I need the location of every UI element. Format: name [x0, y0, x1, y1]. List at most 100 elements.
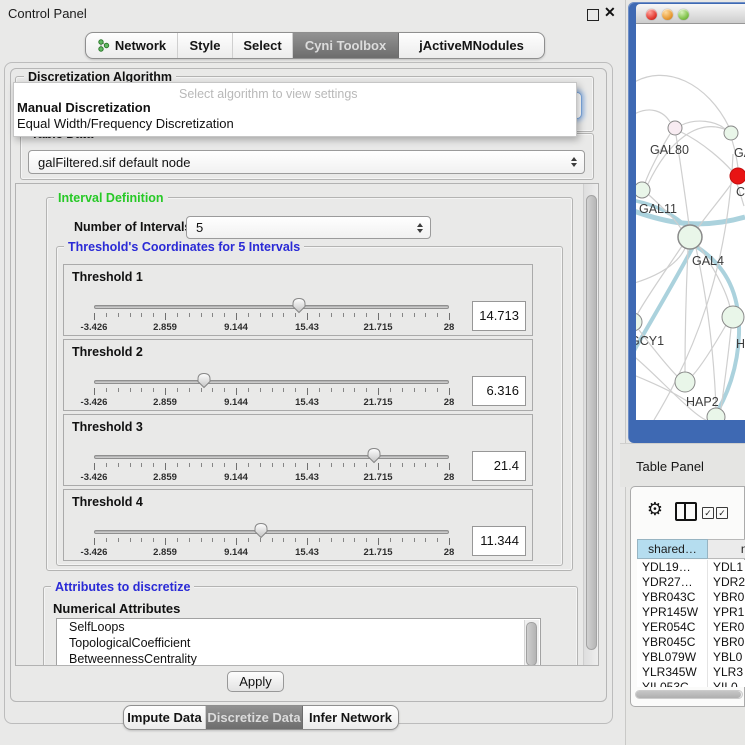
- gear-icon[interactable]: [645, 499, 665, 519]
- network-node-C[interactable]: [730, 168, 745, 184]
- table-data-select[interactable]: galFiltered.sif default node: [28, 150, 585, 174]
- table-row[interactable]: YDR27…YDR2: [637, 575, 745, 590]
- cell-name[interactable]: YDL1: [708, 560, 743, 575]
- tick-mark: [343, 538, 344, 542]
- apply-button[interactable]: Apply: [227, 671, 284, 692]
- tick-mark: [425, 313, 426, 317]
- cell-shared-name[interactable]: YLR345W: [637, 665, 708, 680]
- table-row[interactable]: YIL053CYIL0: [637, 680, 745, 687]
- split-columns-icon[interactable]: [675, 502, 697, 521]
- table-horizontal-scrollbar: [635, 690, 743, 699]
- network-node-GAL4[interactable]: [678, 225, 702, 249]
- threshold-1-slider-handle[interactable]: [290, 296, 308, 314]
- cell-name[interactable]: YLR3: [708, 665, 743, 680]
- table-row[interactable]: YER054CYER0: [637, 620, 745, 635]
- cell-shared-name[interactable]: YDL19…: [637, 560, 708, 575]
- network-canvas[interactable]: GAL80GACGAL11GAL4GCY1HHAP2: [636, 24, 745, 420]
- control-panel-tabstrip: Network Style Select Cyni Toolbox jActiv…: [85, 32, 545, 59]
- threshold-2-row: Threshold 2 -3.4262.8599.14415.4321.7152…: [63, 339, 533, 411]
- cell-shared-name[interactable]: YBR045C: [637, 635, 708, 650]
- tick-mark: [141, 538, 142, 542]
- network-node-HAP2[interactable]: [675, 372, 695, 392]
- checkbox-icon[interactable]: [702, 507, 714, 519]
- attributes-list-scrollbar-thumb[interactable]: [526, 622, 537, 666]
- algorithm-option-equal-width[interactable]: Equal Width/Frequency Discretization: [17, 116, 234, 131]
- zoom-traffic-light-icon[interactable]: [678, 9, 689, 20]
- table-row[interactable]: YLR345WYLR3: [637, 665, 745, 680]
- cell-name[interactable]: YPR1: [708, 605, 744, 620]
- table-horizontal-scrollbar-thumb[interactable]: [636, 691, 741, 698]
- threshold-3-slider-handle[interactable]: [365, 446, 383, 464]
- network-node-GCY1[interactable]: [636, 313, 642, 331]
- attribute-item[interactable]: SelfLoops: [57, 619, 540, 635]
- threshold-2-slider-handle[interactable]: [195, 371, 213, 389]
- tab-network[interactable]: Network: [86, 33, 178, 58]
- tick-mark: [378, 388, 379, 395]
- tab-infer-network[interactable]: Infer Network: [303, 706, 398, 729]
- combo-stepper-icon: [417, 223, 423, 233]
- table-row[interactable]: YBL079WYBL0: [637, 650, 745, 665]
- attribute-item[interactable]: BetweennessCentrality: [57, 651, 540, 666]
- tick-mark: [449, 313, 450, 320]
- minimize-traffic-light-icon[interactable]: [662, 9, 673, 20]
- number-of-intervals-select[interactable]: 5: [186, 216, 431, 239]
- algorithm-option-manual[interactable]: Manual Discretization: [17, 100, 151, 115]
- float-window-icon[interactable]: [587, 9, 599, 21]
- tab-style[interactable]: Style: [178, 33, 233, 58]
- tick-mark: [331, 388, 332, 392]
- tick-mark: [366, 538, 367, 542]
- tick-label: 15.43: [282, 547, 332, 558]
- network-node-GA[interactable]: [724, 126, 738, 140]
- cell-name[interactable]: YIL0: [708, 680, 738, 687]
- threshold-3-value-field[interactable]: 21.4: [472, 451, 526, 481]
- cell-name[interactable]: YDR2: [708, 575, 745, 590]
- network-node-GAL11[interactable]: [636, 182, 650, 198]
- tick-mark: [212, 463, 213, 467]
- column-header-name[interactable]: na: [708, 539, 745, 559]
- network-node-H[interactable]: [722, 306, 744, 328]
- tab-impute-data[interactable]: Impute Data: [124, 706, 206, 729]
- cell-shared-name[interactable]: YBL079W: [637, 650, 708, 665]
- settings-vertical-scrollbar-thumb[interactable]: [586, 195, 597, 650]
- close-icon[interactable]: ✕: [604, 4, 616, 21]
- threshold-3-slider-track[interactable]: [94, 455, 449, 459]
- tick-label: 9.144: [211, 547, 261, 558]
- threshold-1-value-field[interactable]: 14.713: [472, 301, 526, 331]
- tick-mark: [307, 388, 308, 395]
- tick-mark: [165, 313, 166, 320]
- cell-shared-name[interactable]: YDR27…: [637, 575, 708, 590]
- table-row[interactable]: YDL19…YDL1: [637, 560, 745, 575]
- column-header-shared-name[interactable]: shared…: [637, 539, 708, 559]
- node-table-body: YDL19…YDL1YDR27…YDR2YBR043CYBR0YPR145WYP…: [637, 560, 745, 687]
- checkbox-icon[interactable]: [716, 507, 728, 519]
- tab-jactivemnodules[interactable]: jActiveMNodules: [399, 33, 544, 58]
- threshold-2-value-field[interactable]: 6.316: [472, 376, 526, 406]
- threshold-1-slider-track[interactable]: [94, 305, 449, 309]
- threshold-2-slider-track[interactable]: [94, 380, 449, 384]
- threshold-4-value-field[interactable]: 11.344: [472, 526, 526, 556]
- cell-shared-name[interactable]: YIL053C: [637, 680, 708, 687]
- close-traffic-light-icon[interactable]: [646, 9, 657, 20]
- cell-shared-name[interactable]: YPR145W: [637, 605, 708, 620]
- threshold-4-slider-handle[interactable]: [252, 521, 270, 539]
- network-node-GAL80[interactable]: [668, 121, 682, 135]
- tab-network-label: Network: [115, 38, 166, 53]
- tab-discretize-data[interactable]: Discretize Data: [206, 706, 303, 729]
- network-node[interactable]: [707, 408, 725, 420]
- cell-name[interactable]: YER0: [708, 620, 744, 635]
- threshold-4-slider-track[interactable]: [94, 530, 449, 534]
- cell-shared-name[interactable]: YBR043C: [637, 590, 708, 605]
- cell-name[interactable]: YBR0: [708, 635, 744, 650]
- cell-shared-name[interactable]: YER054C: [637, 620, 708, 635]
- table-row[interactable]: YBR045CYBR0: [637, 635, 745, 650]
- tick-mark: [425, 388, 426, 392]
- table-row[interactable]: YBR043CYBR0: [637, 590, 745, 605]
- tab-cyni-toolbox[interactable]: Cyni Toolbox: [293, 33, 399, 58]
- table-row[interactable]: YPR145WYPR1: [637, 605, 745, 620]
- algorithm-dropdown-popup: Select algorithm to view settings Manual…: [13, 82, 577, 137]
- cell-name[interactable]: YBL0: [708, 650, 742, 665]
- cell-name[interactable]: YBR0: [708, 590, 744, 605]
- tab-select[interactable]: Select: [233, 33, 293, 58]
- attribute-item[interactable]: TopologicalCoefficient: [57, 635, 540, 651]
- tick-mark: [106, 538, 107, 542]
